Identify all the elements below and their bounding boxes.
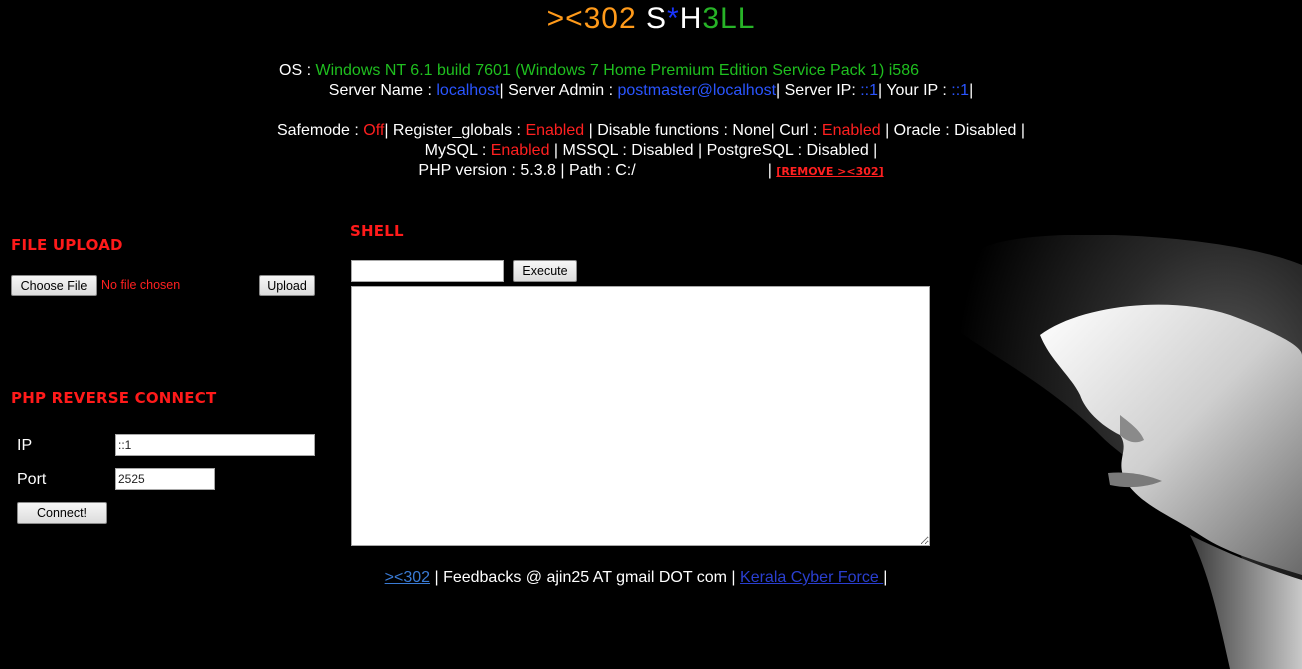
footer-end-sep: | — [883, 569, 888, 586]
server-info-line: Server Name : localhost| Server Admin : … — [0, 82, 1302, 100]
footer-kerala-cyber-force-link[interactable]: Kerala Cyber Force — [740, 569, 883, 586]
curl-value: Enabled — [821, 122, 881, 139]
your-ip-label: | Your IP : — [878, 82, 952, 99]
logo-part-star: * — [667, 2, 680, 35]
server-name-label: Server Name : — [328, 82, 437, 99]
path-sep: | — [767, 162, 772, 179]
reverse-port-input[interactable] — [115, 468, 215, 490]
reverse-connect-title: PHP REVERSE CONNECT — [11, 389, 217, 407]
register-globals-label: | Register_globals : — [384, 122, 526, 139]
register-globals-value: Enabled — [525, 122, 585, 139]
php-version-label: PHP version : 5.3.8 | Path : C:/ — [418, 162, 636, 179]
port-label: Port — [17, 471, 47, 488]
execute-button[interactable]: Execute — [513, 260, 577, 282]
command-input[interactable] — [351, 260, 504, 282]
logo-part-3ll: 3LL — [702, 2, 756, 35]
features-line-3: PHP version : 5.3.8 | Path : C:/ | [REMOV… — [0, 162, 1302, 180]
no-file-chosen-text: No file chosen — [101, 278, 181, 292]
reverse-ip-input[interactable] — [115, 434, 315, 456]
server-admin-label: | Server Admin : — [499, 82, 618, 99]
hooded-figure-image — [944, 235, 1302, 669]
mssql-label: | MSSQL : Disabled | PostgreSQL : Disabl… — [549, 142, 878, 159]
features-line-2: MySQL : Enabled | MSSQL : Disabled | Pos… — [0, 142, 1302, 160]
info-end-sep: | — [969, 82, 974, 99]
safemode-value: Off — [363, 122, 385, 139]
os-info-line: OS : Windows NT 6.1 build 7601 (Windows … — [0, 62, 1250, 80]
footer-feedback-text: | Feedbacks @ ajin25 AT gmail DOT com | — [430, 569, 741, 586]
remove-shell-link[interactable]: [REMOVE ><302] — [776, 165, 883, 178]
mysql-label: MySQL : — [424, 142, 491, 159]
server-name-value: localhost — [436, 82, 500, 99]
mysql-value: Enabled — [490, 142, 550, 159]
features-line-1: Safemode : Off| Register_globals : Enabl… — [0, 122, 1302, 140]
upload-button[interactable]: Upload — [259, 275, 315, 296]
logo-part-h: H — [679, 2, 703, 35]
logo-part-s: S — [636, 2, 668, 35]
server-ip-label: | Server IP: — [776, 82, 861, 99]
shell-logo: ><302 S*H3LL — [0, 2, 1302, 36]
footer-shell-link[interactable]: ><302 — [385, 569, 430, 586]
os-label: OS : — [279, 62, 316, 79]
footer: ><302 | Feedbacks @ ajin25 AT gmail DOT … — [0, 569, 1287, 587]
server-admin-value: postmaster@localhost — [617, 82, 777, 99]
os-value: Windows NT 6.1 build 7601 (Windows 7 Hom… — [315, 62, 919, 79]
your-ip-value: ::1 — [951, 82, 970, 99]
connect-button[interactable]: Connect! — [17, 502, 107, 524]
disable-functions-label: | Disable functions : None| Curl : — [584, 122, 822, 139]
shell-output-textarea[interactable] — [351, 286, 930, 546]
shell-title: SHELL — [350, 222, 404, 240]
oracle-label: | Oracle : Disabled | — [880, 122, 1025, 139]
logo-part-302: ><302 — [546, 2, 637, 35]
safemode-label: Safemode : — [276, 122, 364, 139]
file-upload-title: FILE UPLOAD — [11, 236, 123, 254]
ip-label: IP — [17, 437, 33, 454]
choose-file-button[interactable]: Choose File — [11, 275, 97, 296]
server-ip-value: ::1 — [860, 82, 879, 99]
